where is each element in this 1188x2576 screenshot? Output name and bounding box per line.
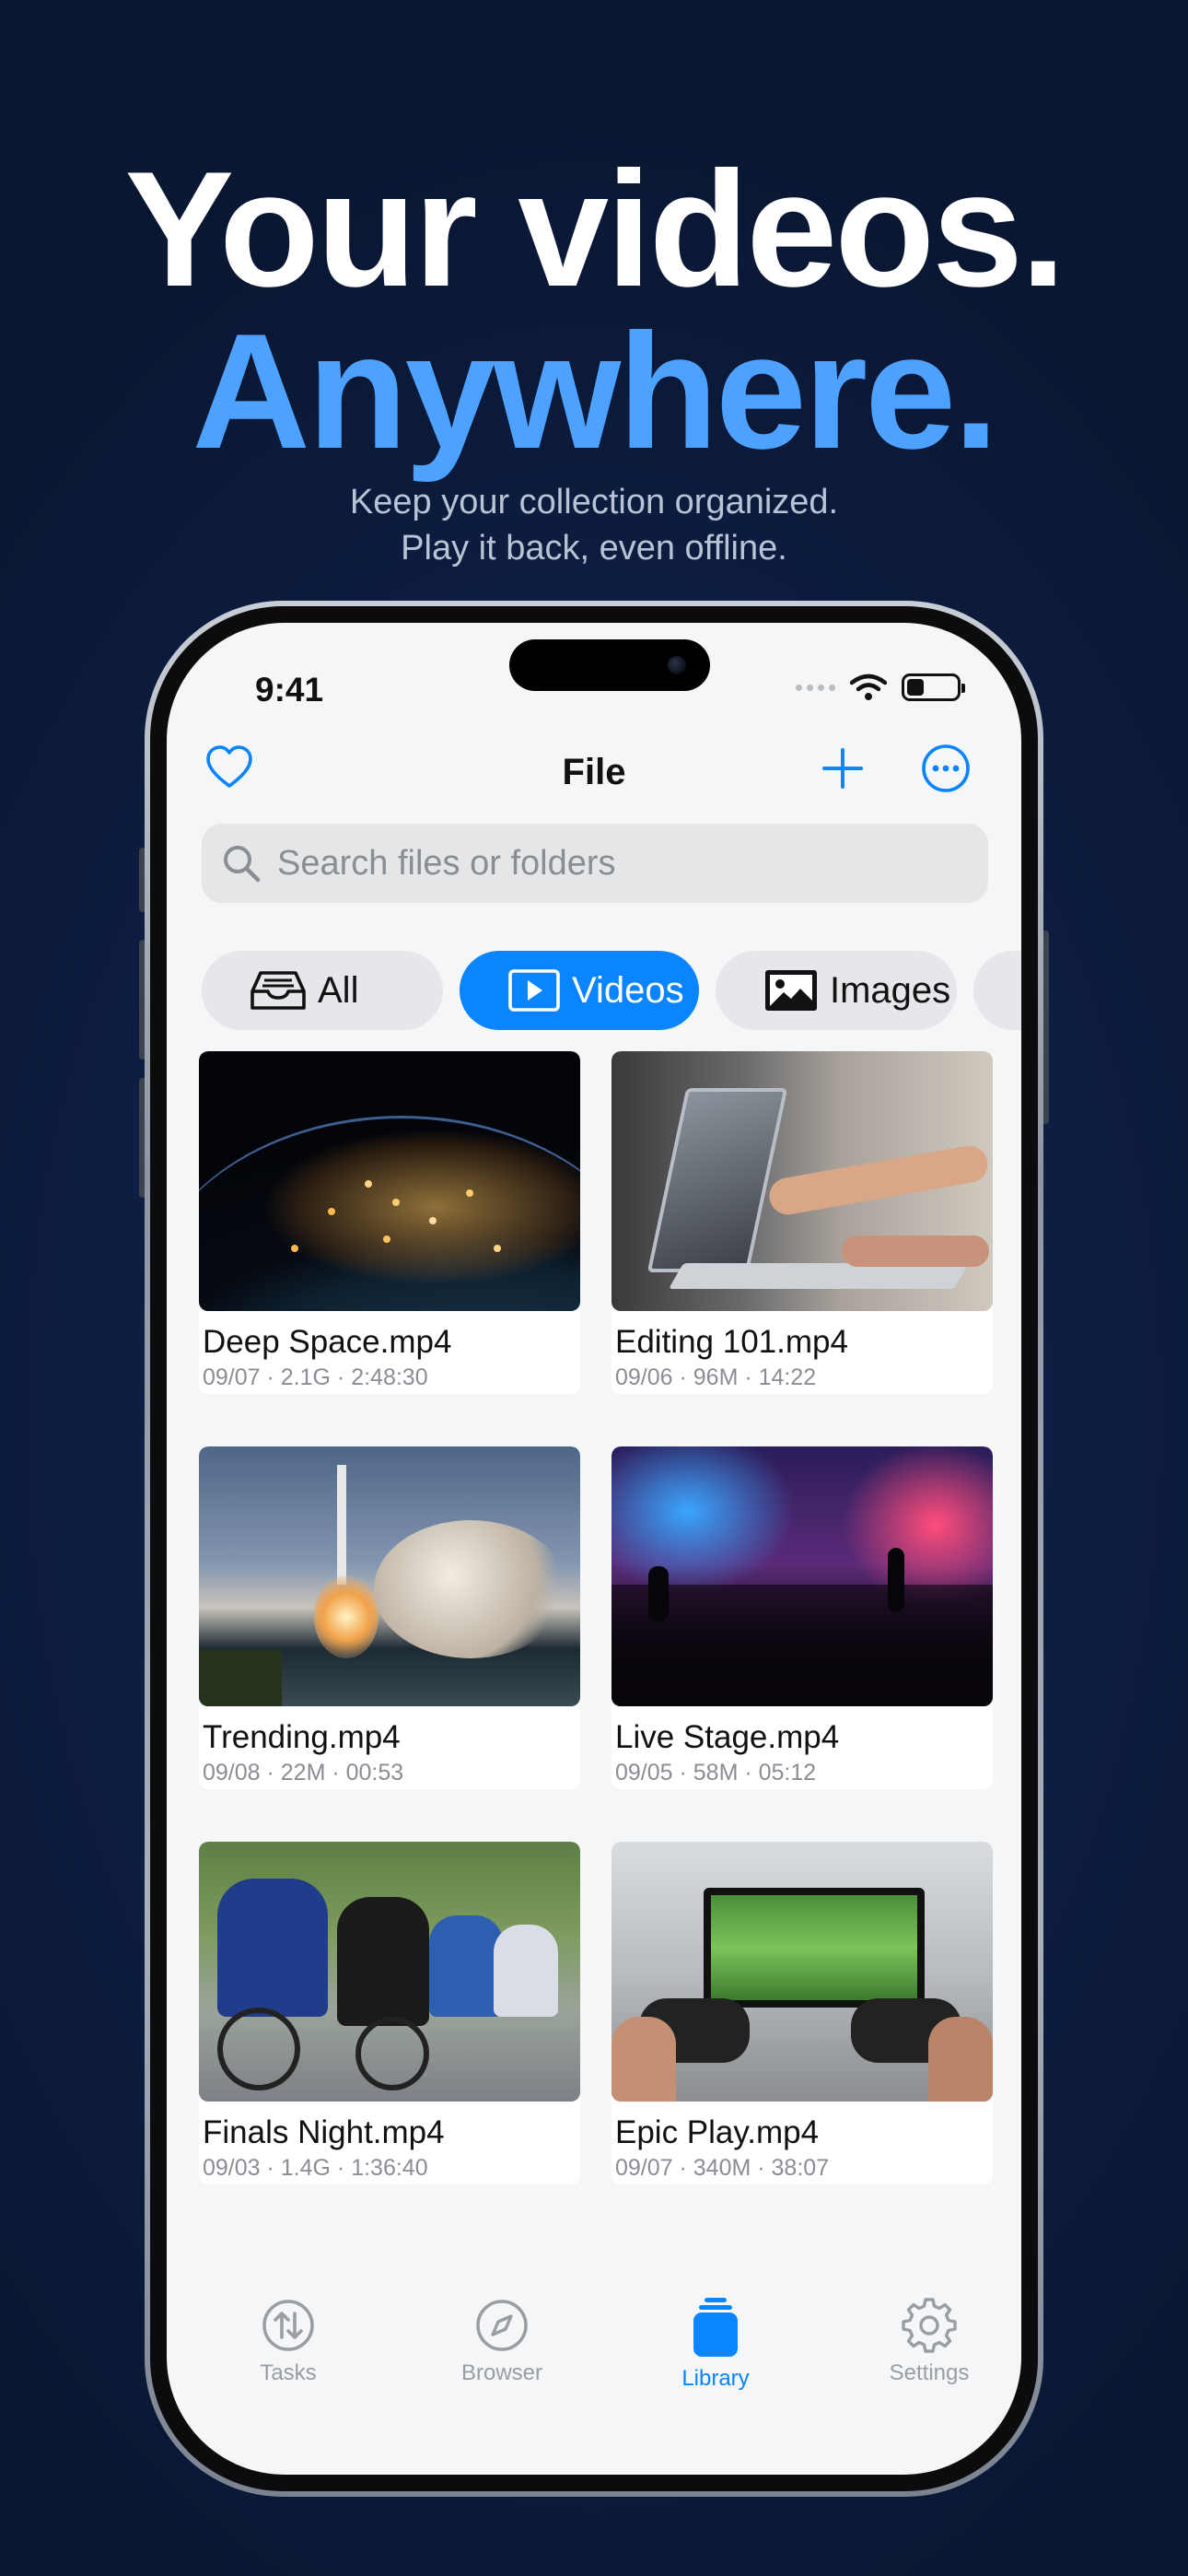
video-thumbnail — [199, 1446, 580, 1706]
phone-frame: 9:41 File Search files or folders All Vi… — [145, 601, 1043, 2497]
filter-chip-all[interactable]: All — [202, 951, 443, 1030]
tab-settings[interactable]: Settings — [846, 2298, 1012, 2386]
video-thumbnail — [611, 1051, 993, 1311]
more-icon[interactable] — [920, 743, 972, 794]
file-meta: 09/08 · 22M · 00:53 — [203, 1760, 404, 1786]
file-title: Live Stage.mp4 — [615, 1719, 840, 1755]
tab-browser[interactable]: Browser — [419, 2298, 585, 2386]
hero-headline: Your videos. — [124, 137, 1066, 321]
play-rectangle-icon — [508, 969, 560, 1012]
file-card[interactable]: Deep Space.mp4 09/07 · 2.1G · 2:48:30 — [199, 1051, 580, 1394]
file-card[interactable]: Finals Night.mp4 09/03 · 1.4G · 1:36:40 — [199, 1842, 580, 2184]
compass-icon — [476, 2300, 528, 2351]
file-meta: 09/06 · 96M · 14:22 — [615, 1364, 817, 1390]
file-meta: 09/07 · 340M · 38:07 — [615, 2155, 830, 2181]
file-card[interactable]: Trending.mp4 09/08 · 22M · 00:53 — [199, 1446, 580, 1789]
search-placeholder: Search files or folders — [277, 843, 616, 883]
tab-label: Tasks — [260, 2360, 317, 2385]
filter-label-videos: Videos — [572, 969, 684, 1011]
file-title: Trending.mp4 — [203, 1719, 401, 1755]
tray-icon — [250, 971, 306, 1010]
filter-chip-more[interactable] — [973, 951, 1021, 1030]
filter-chip-videos[interactable]: Videos — [460, 951, 699, 1030]
page-title: File — [562, 752, 626, 792]
cellular-signal-icon — [796, 684, 835, 691]
tab-label: Browser — [460, 2360, 543, 2385]
tab-library[interactable]: Library — [633, 2298, 798, 2392]
hero-subtitle-line2: Play it back, even offline. — [401, 529, 787, 568]
status-time: 9:41 — [255, 671, 324, 708]
wifi-icon — [850, 673, 887, 700]
tab-bar: Tasks Browser Library Settings — [167, 2298, 1021, 2445]
file-title: Editing 101.mp4 — [615, 1324, 848, 1360]
dynamic-island — [509, 639, 710, 691]
plus-icon[interactable] — [817, 743, 868, 794]
filter-label-all: All — [318, 969, 359, 1011]
tab-label: Library — [681, 2366, 750, 2391]
file-meta: 09/07 · 2.1G · 2:48:30 — [203, 1364, 428, 1390]
arrows-updown-icon — [262, 2300, 314, 2351]
photo-icon — [765, 970, 817, 1011]
filter-chip-images[interactable]: Images — [716, 951, 957, 1030]
video-thumbnail — [199, 1842, 580, 2102]
phone-bezel: 9:41 File Search files or folders All Vi… — [150, 606, 1038, 2491]
status-indicators — [796, 671, 965, 704]
hero-subtitle-line1: Keep your collection organized. — [349, 483, 839, 521]
file-title: Finals Night.mp4 — [203, 2114, 445, 2150]
file-card[interactable]: Editing 101.mp4 09/06 · 96M · 14:22 — [611, 1051, 993, 1394]
video-thumbnail — [611, 1842, 993, 2102]
video-thumbnail — [199, 1051, 580, 1311]
video-thumbnail — [611, 1446, 993, 1706]
file-title: Deep Space.mp4 — [203, 1324, 452, 1360]
filter-label-images: Images — [830, 969, 951, 1011]
camera-icon — [668, 656, 686, 674]
gear-icon — [902, 2298, 957, 2353]
battery-icon — [902, 673, 965, 701]
file-card[interactable]: Epic Play.mp4 09/07 · 340M · 38:07 — [611, 1842, 993, 2184]
search-icon — [224, 846, 261, 883]
file-meta: 09/05 · 58M · 05:12 — [615, 1760, 817, 1786]
file-meta: 09/03 · 1.4G · 1:36:40 — [203, 2155, 428, 2181]
tab-label: Settings — [889, 2360, 970, 2385]
hero-headline-accent: Anywhere. — [192, 299, 998, 483]
library-icon — [693, 2298, 738, 2357]
app-screen: 9:41 File Search files or folders All Vi… — [167, 623, 1021, 2475]
tab-tasks[interactable]: Tasks — [205, 2298, 371, 2386]
file-card[interactable]: Live Stage.mp4 09/05 · 58M · 05:12 — [611, 1446, 993, 1789]
search-input[interactable]: Search files or folders — [202, 824, 988, 903]
file-title: Epic Play.mp4 — [615, 2114, 820, 2150]
